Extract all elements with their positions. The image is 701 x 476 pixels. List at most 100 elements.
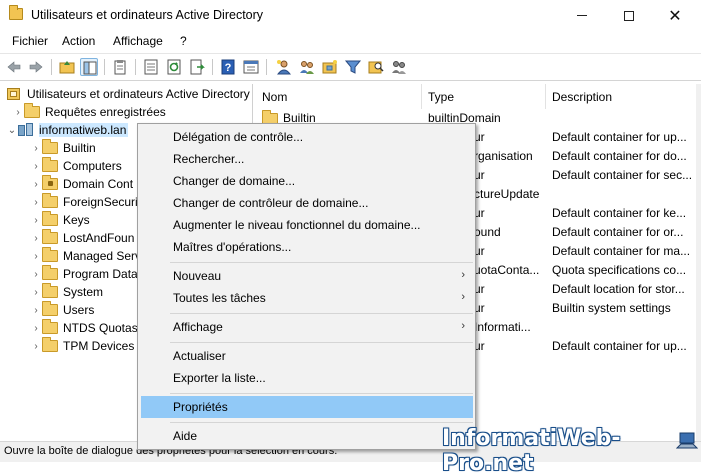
cell-type: ctureUpdate xyxy=(474,187,540,201)
chevron-right-icon[interactable]: › xyxy=(30,337,42,355)
tree-item-builtin[interactable]: › Builtin xyxy=(30,139,96,157)
chevron-right-icon[interactable]: › xyxy=(30,319,42,337)
refresh-icon[interactable] xyxy=(165,58,183,76)
help-book-icon[interactable]: ? xyxy=(219,58,237,76)
new-ou-icon[interactable] xyxy=(321,58,339,76)
toolbar-separator xyxy=(135,59,136,75)
tree-item-program-data[interactable]: › Program Data xyxy=(30,265,138,283)
chevron-right-icon[interactable]: › xyxy=(30,265,42,283)
menu-item-export-list[interactable]: Exporter la liste... xyxy=(141,367,473,389)
chevron-right-icon[interactable]: › xyxy=(30,211,42,229)
folder-icon xyxy=(42,229,58,244)
tree-item-label: TPM Devices xyxy=(63,339,135,353)
filter-icon[interactable] xyxy=(344,58,362,76)
tree-item-system[interactable]: › System xyxy=(30,283,103,301)
chevron-right-icon[interactable]: › xyxy=(30,157,42,175)
menu-item-label: Affichage xyxy=(173,320,223,334)
menu-action[interactable]: Action xyxy=(62,34,95,48)
cell-description: Default container for up... xyxy=(552,339,687,353)
back-arrow-icon[interactable] xyxy=(5,58,23,76)
column-header-type[interactable]: Type xyxy=(422,84,546,109)
add-to-group-icon[interactable] xyxy=(390,58,408,76)
submenu-arrow-icon: › xyxy=(461,291,465,303)
tree-item-users[interactable]: › Users xyxy=(30,301,94,319)
tree-item-label: System xyxy=(63,285,104,299)
toolbar-separator xyxy=(212,59,213,75)
menu-item-view[interactable]: Affichage › xyxy=(141,316,473,338)
chevron-down-icon[interactable]: ⌄ xyxy=(6,121,18,139)
menu-fichier[interactable]: Fichier xyxy=(12,34,48,48)
window-title: Utilisateurs et ordinateurs Active Direc… xyxy=(31,8,264,22)
new-group-icon[interactable] xyxy=(298,58,316,76)
tree-item-foreign-security[interactable]: › ForeignSecuri xyxy=(30,193,138,211)
properties-page-icon[interactable] xyxy=(142,58,160,76)
clipboard-icon[interactable] xyxy=(111,58,129,76)
column-header-description[interactable]: Description xyxy=(546,84,696,109)
menu-bar: Fichier Action Affichage ? xyxy=(0,31,701,52)
folder-icon xyxy=(24,103,40,118)
tree-item-label: Domain Cont xyxy=(63,177,134,191)
chevron-right-icon[interactable]: › xyxy=(30,193,42,211)
cell-description: Default container for up... xyxy=(552,130,687,144)
cell-type: uotaConta... xyxy=(474,263,540,277)
folder-icon xyxy=(42,139,58,154)
show-hide-tree-icon[interactable] xyxy=(80,58,98,76)
menu-item-operations-masters[interactable]: Maîtres d'opérations... xyxy=(141,236,473,258)
menu-item-change-domain[interactable]: Changer de domaine... xyxy=(141,170,473,192)
tree-item-label: Keys xyxy=(63,213,90,227)
active-directory-icon xyxy=(6,87,22,101)
close-button[interactable]: ✕ xyxy=(652,0,698,31)
watermark-text: InformatiWeb-Pro.net xyxy=(442,426,621,476)
cell-description: Builtin system settings xyxy=(552,301,671,315)
menu-item-new[interactable]: Nouveau › xyxy=(141,265,473,287)
menu-item-help[interactable]: Aide xyxy=(141,425,473,447)
menu-item-properties[interactable]: Propriétés xyxy=(141,396,473,418)
tree-item-domain-controllers[interactable]: › Domain Cont xyxy=(30,175,133,193)
vertical-scrollbar[interactable] xyxy=(696,84,701,441)
folder-icon xyxy=(42,193,58,208)
tree-root-node[interactable]: Utilisateurs et ordinateurs Active Direc… xyxy=(6,85,250,103)
export-list-icon[interactable] xyxy=(188,58,206,76)
cell-type: ound xyxy=(474,225,501,239)
toolbar-separator xyxy=(51,59,52,75)
chevron-right-icon[interactable]: › xyxy=(12,103,24,121)
column-header-name[interactable]: Nom xyxy=(256,84,422,109)
find-icon[interactable] xyxy=(367,58,385,76)
menu-item-all-tasks[interactable]: Toutes les tâches › xyxy=(141,287,473,309)
menu-help[interactable]: ? xyxy=(180,34,187,48)
new-user-icon[interactable] xyxy=(275,58,293,76)
chevron-right-icon[interactable]: › xyxy=(30,139,42,157)
menu-affichage[interactable]: Affichage xyxy=(113,34,163,48)
menu-item-refresh[interactable]: Actualiser xyxy=(141,345,473,367)
minimize-button[interactable] xyxy=(559,0,605,31)
tree-item-label: ForeignSecuri xyxy=(63,195,138,209)
chevron-right-icon[interactable]: › xyxy=(30,247,42,265)
tree-saved-queries[interactable]: › Requêtes enregistrées xyxy=(12,103,166,121)
chevron-right-icon[interactable]: › xyxy=(30,175,42,193)
tree-item-label: Requêtes enregistrées xyxy=(45,105,166,119)
menu-item-find[interactable]: Rechercher... xyxy=(141,148,473,170)
tree-domain-node[interactable]: ⌄ informatiweb.lan xyxy=(6,121,129,139)
chevron-right-icon[interactable]: › xyxy=(30,301,42,319)
tree-item-keys[interactable]: › Keys xyxy=(30,211,90,229)
forward-arrow-icon[interactable] xyxy=(27,58,45,76)
tree-item-computers[interactable]: › Computers xyxy=(30,157,122,175)
chevron-right-icon[interactable]: › xyxy=(30,229,42,247)
menu-separator xyxy=(170,422,473,423)
tree-item-managed-service[interactable]: › Managed Serv xyxy=(30,247,141,265)
console-view-icon[interactable] xyxy=(242,58,260,76)
app-window: Utilisateurs et ordinateurs Active Direc… xyxy=(0,0,701,476)
submenu-arrow-icon: › xyxy=(461,269,465,281)
menu-item-change-dc[interactable]: Changer de contrôleur de domaine... xyxy=(141,192,473,214)
ou-folder-icon xyxy=(42,175,58,190)
tree-item-label: Computers xyxy=(63,159,122,173)
tree-item-ntds-quotas[interactable]: › NTDS Quotas xyxy=(30,319,138,337)
menu-item-raise-level[interactable]: Augmenter le niveau fonctionnel du domai… xyxy=(141,214,473,236)
up-folder-icon[interactable] xyxy=(58,58,76,76)
tree-item-tpm-devices[interactable]: › TPM Devices xyxy=(30,337,134,355)
maximize-button[interactable] xyxy=(606,0,652,31)
chevron-right-icon[interactable]: › xyxy=(30,283,42,301)
cell-description: Default location for stor... xyxy=(552,282,685,296)
tree-item-lost-and-found[interactable]: › LostAndFoun xyxy=(30,229,134,247)
menu-item-delegation[interactable]: Délégation de contrôle... xyxy=(141,126,473,148)
